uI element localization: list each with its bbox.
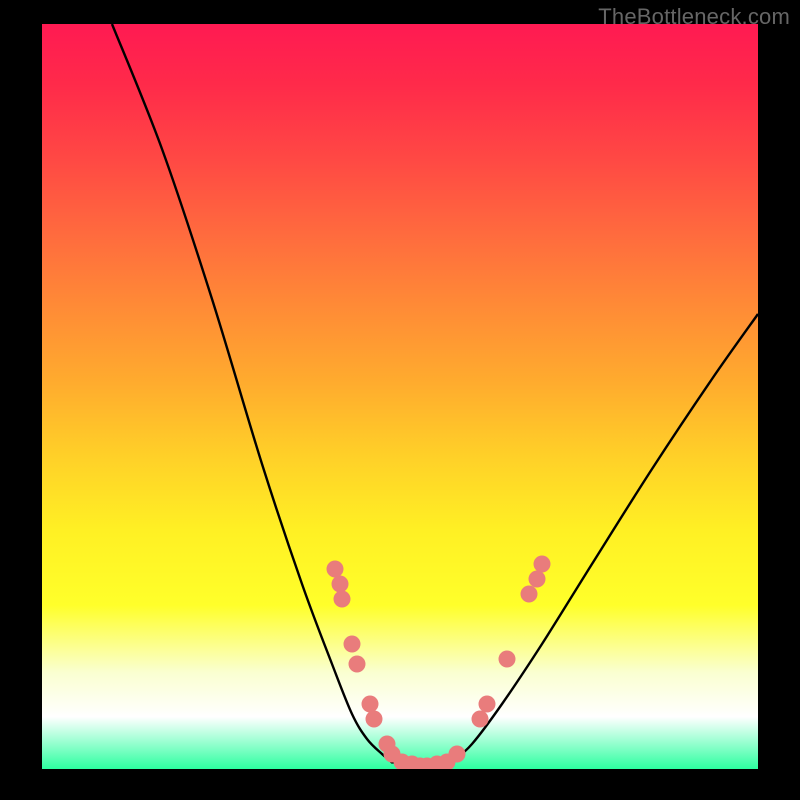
- data-point: [479, 696, 496, 713]
- data-point: [327, 561, 344, 578]
- bottleneck-curve: [112, 24, 758, 767]
- data-point: [349, 656, 366, 673]
- data-point: [449, 746, 466, 763]
- data-points: [327, 556, 551, 770]
- chart-stage: TheBottleneck.com: [0, 0, 800, 800]
- data-point: [362, 696, 379, 713]
- data-point: [334, 591, 351, 608]
- data-point: [344, 636, 361, 653]
- plot-area: [42, 24, 758, 769]
- data-point: [529, 571, 546, 588]
- data-point: [332, 576, 349, 593]
- data-point: [499, 651, 516, 668]
- data-point: [521, 586, 538, 603]
- data-point: [472, 711, 489, 728]
- data-point: [534, 556, 551, 573]
- data-point: [366, 711, 383, 728]
- curve-svg: [42, 24, 758, 769]
